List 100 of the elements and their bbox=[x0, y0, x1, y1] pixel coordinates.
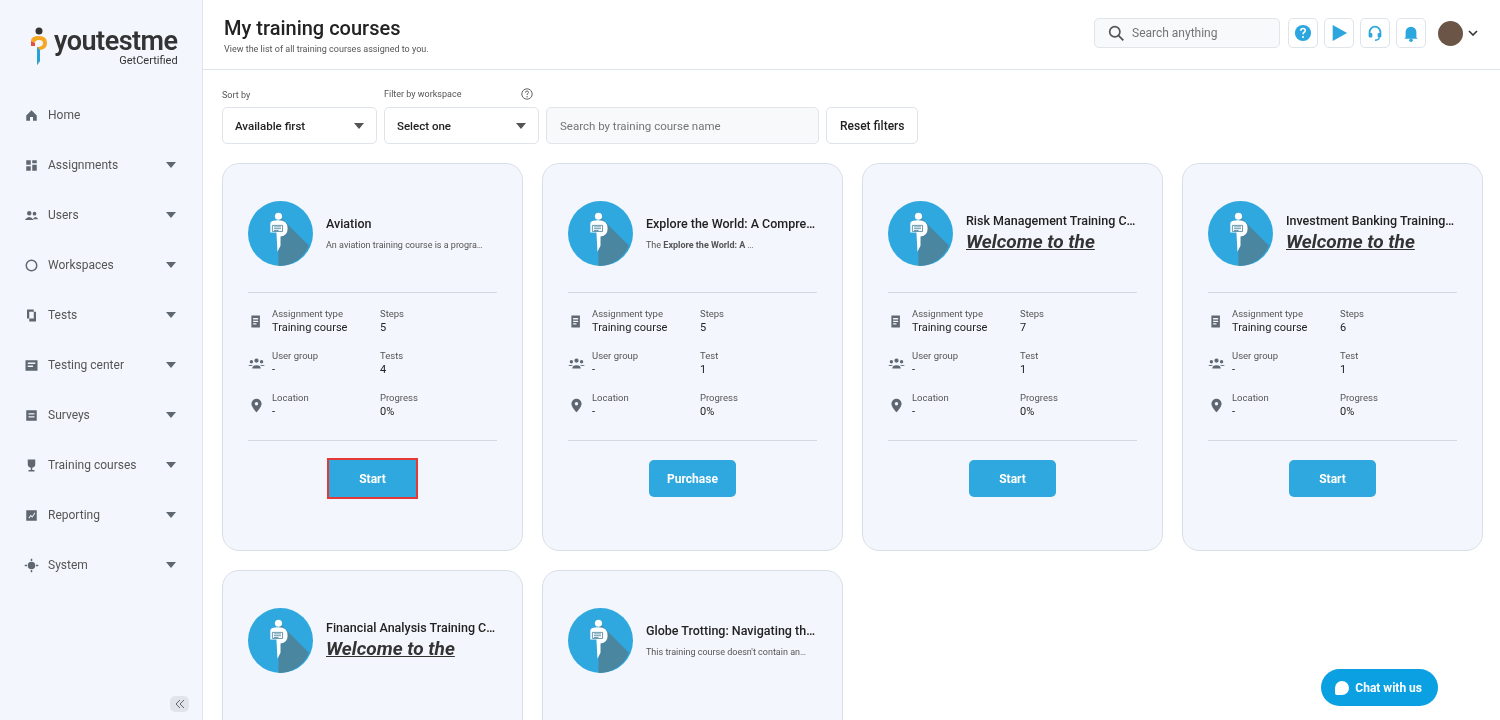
chat-bubble-icon bbox=[1335, 680, 1350, 695]
sidebar-item[interactable]: Surveys bbox=[0, 390, 202, 440]
detail-value: - bbox=[912, 405, 917, 418]
help-icon bbox=[1294, 24, 1312, 42]
logo-tagline: GetCertified bbox=[119, 55, 178, 67]
detail-label: Steps bbox=[1340, 308, 1365, 319]
course-title: Financial Analysis Training C… bbox=[326, 620, 496, 635]
nav-icon bbox=[24, 557, 39, 573]
detail-icon bbox=[888, 396, 905, 414]
detail-value: 0% bbox=[380, 405, 396, 418]
detail-value: 4 bbox=[380, 363, 388, 376]
nav-icon bbox=[24, 357, 39, 373]
search-field[interactable]: Search anything bbox=[1094, 18, 1280, 48]
detail-label: Progress bbox=[1340, 392, 1378, 403]
course-description: Welcome to the bbox=[966, 230, 1096, 253]
detail-label: User group bbox=[272, 350, 320, 361]
collapse-button[interactable] bbox=[170, 696, 189, 712]
course-icon bbox=[568, 607, 633, 673]
detail-label: Progress bbox=[700, 392, 738, 403]
course-search-field[interactable]: Search by training course name bbox=[546, 107, 819, 144]
detail-value: Training course bbox=[912, 321, 989, 334]
detail-value: 5 bbox=[380, 321, 388, 334]
detail-value: Training course bbox=[272, 321, 349, 334]
detail-label: Assignment type bbox=[272, 308, 344, 319]
detail-value: 1 bbox=[700, 363, 708, 376]
nav-icon bbox=[24, 307, 39, 323]
detail-label: User group bbox=[592, 350, 640, 361]
sort-label: Sort by bbox=[222, 90, 252, 100]
bell-icon bbox=[1402, 24, 1420, 42]
headset-button[interactable] bbox=[1360, 18, 1390, 48]
detail-label: Progress bbox=[380, 392, 418, 403]
workspace-dropdown[interactable]: Select one bbox=[384, 107, 539, 144]
course-description: Welcome to the bbox=[326, 637, 456, 660]
course-description: An aviation training course is a progra… bbox=[326, 240, 483, 250]
detail-value: 0% bbox=[1340, 405, 1356, 418]
detail-value: 6 bbox=[1340, 321, 1348, 334]
sidebar-item[interactable]: Testing center bbox=[0, 340, 202, 390]
logo-wordmark: youtestme bbox=[54, 27, 178, 55]
sidebar-item[interactable]: System bbox=[0, 540, 202, 590]
course-title: Globe Trotting: Navigating th… bbox=[646, 623, 815, 638]
course-title: Aviation bbox=[326, 216, 373, 231]
nav-icon bbox=[24, 257, 39, 273]
detail-value: 1 bbox=[1340, 363, 1348, 376]
sidebar-item[interactable]: Training courses bbox=[0, 440, 202, 490]
detail-value: - bbox=[592, 363, 597, 376]
detail-value: 7 bbox=[1020, 321, 1028, 334]
notifications-button[interactable] bbox=[1396, 18, 1426, 48]
detail-value: - bbox=[272, 405, 277, 418]
detail-label: Assignment type bbox=[912, 308, 984, 319]
chevron-icon bbox=[1468, 30, 1478, 36]
nav-icon bbox=[24, 107, 39, 123]
page-subtitle: View the list of all training courses assigned to you. bbox=[224, 44, 429, 54]
help-button[interactable] bbox=[1288, 18, 1318, 48]
sidebar-item[interactable]: Reporting bbox=[0, 490, 202, 540]
detail-value: - bbox=[272, 363, 277, 376]
workspace-label: Filter by workspace bbox=[384, 89, 462, 99]
course-description: Welcome to the bbox=[1286, 230, 1416, 253]
detail-value: - bbox=[1232, 363, 1237, 376]
detail-label: Location bbox=[592, 392, 630, 403]
detail-value: Training course bbox=[592, 321, 669, 334]
detail-label: Test bbox=[1020, 350, 1039, 361]
course-icon bbox=[888, 200, 953, 266]
detail-value: 0% bbox=[700, 405, 716, 418]
detail-label: Location bbox=[272, 392, 310, 403]
detail-label: Test bbox=[1340, 350, 1359, 361]
sidebar-item[interactable]: Tests bbox=[0, 290, 202, 340]
search-icon bbox=[1108, 25, 1125, 42]
page-title: My training courses bbox=[224, 16, 402, 40]
detail-value: - bbox=[592, 405, 597, 418]
reset-filters-button[interactable]: Reset filters bbox=[826, 107, 919, 144]
detail-label: User group bbox=[1232, 350, 1280, 361]
detail-label: Tests bbox=[380, 350, 404, 361]
sidebar-item[interactable]: Workspaces bbox=[0, 240, 202, 290]
detail-label: Location bbox=[912, 392, 950, 403]
sort-dropdown[interactable]: Available first bbox=[222, 107, 377, 144]
detail-value: 1 bbox=[1020, 363, 1028, 376]
course-title: Investment Banking Training… bbox=[1286, 213, 1455, 228]
course-description: The Explore the World: A … bbox=[646, 240, 755, 250]
course-description: This training course doesn't contain an… bbox=[646, 647, 808, 657]
course-title: Risk Management Training C… bbox=[966, 213, 1136, 228]
logo-icon bbox=[28, 27, 50, 67]
detail-value: - bbox=[912, 363, 917, 376]
detail-label: Assignment type bbox=[1232, 308, 1304, 319]
detail-value: - bbox=[1232, 405, 1237, 418]
sidebar-item[interactable]: Users bbox=[0, 190, 202, 240]
sidebar-item[interactable]: Home bbox=[0, 90, 202, 140]
detail-icon bbox=[248, 396, 265, 414]
avatar-icon bbox=[1438, 20, 1463, 46]
sidebar-item[interactable]: Assignments bbox=[0, 140, 202, 190]
nav-icon bbox=[24, 157, 39, 173]
play-button[interactable] bbox=[1324, 18, 1354, 48]
detail-label: User group bbox=[912, 350, 960, 361]
detail-label: Location bbox=[1232, 392, 1270, 403]
help-icon[interactable] bbox=[521, 88, 533, 100]
headset-icon bbox=[1366, 24, 1384, 42]
double-chevron-icon bbox=[174, 700, 185, 708]
play-icon bbox=[1330, 24, 1348, 42]
nav-icon bbox=[24, 507, 39, 523]
detail-label: Assignment type bbox=[592, 308, 664, 319]
course-icon bbox=[1208, 200, 1273, 266]
